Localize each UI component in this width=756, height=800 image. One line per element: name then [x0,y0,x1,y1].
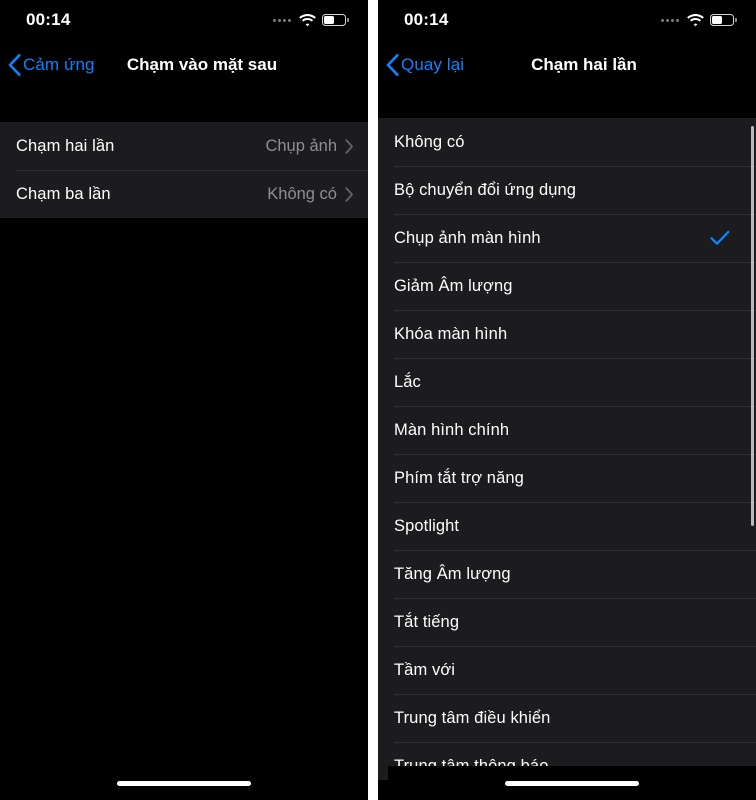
right-nav-bar: Quay lại Chạm hai lần [378,40,756,90]
row-accessory: Không có [267,185,354,204]
list-item[interactable]: Chụp ảnh màn hình [378,214,756,262]
signal-dots-icon [661,18,679,22]
list-item[interactable]: Khóa màn hình [378,310,756,358]
chevron-right-icon [345,186,353,202]
row-label: Chạm ba lần [16,184,111,203]
wifi-icon [299,13,316,26]
list-item[interactable]: Phím tắt trợ năng [378,454,756,502]
home-indicator-area [0,766,368,800]
status-time: 00:14 [26,10,71,29]
signal-dots-icon [273,18,291,22]
battery-icon [710,14,737,26]
left-status-bar: 00:14 [0,0,368,40]
wifi-icon [687,13,704,26]
chevron-left-icon [386,54,399,76]
list-item[interactable]: Tầm với [378,646,756,694]
options-scroll-area[interactable]: Không có Bộ chuyển đổi ứng dụng Chụp ảnh m… [378,118,756,780]
table-row[interactable]: Chạm hai lần Chụp ảnh [0,122,368,170]
status-time: 00:14 [404,10,449,29]
double-tap-action-list: Không có Bộ chuyển đổi ứng dụng Chụp ảnh m… [378,118,756,780]
list-item-label: Tầm với [394,660,456,679]
list-item[interactable]: Trung tâm điều khiển [378,694,756,742]
back-button[interactable]: Quay lại [378,54,464,76]
back-tap-settings-list: Chạm hai lần Chụp ảnh Chạm ba lần Không … [0,122,368,218]
right-status-bar: 00:14 [378,0,756,40]
vertical-scrollbar[interactable] [751,126,754,526]
left-nav-bar: Cảm ứng Chạm vào mặt sau [0,40,368,90]
list-item-label: Tắt tiếng [394,612,460,631]
list-item[interactable]: Giảm Âm lượng [378,262,756,310]
list-item[interactable]: Lắc [378,358,756,406]
row-label: Chạm hai lần [16,136,115,155]
list-item-label: Chụp ảnh màn hình [394,228,541,247]
checkmark-icon [710,230,730,245]
status-indicators [661,13,737,27]
row-value: Chụp ảnh [265,136,337,155]
dual-screenshot-container: 00:14 Cảm ứng Chạm vào mặt sau Chạm hai … [0,0,756,800]
list-item-label: Tăng Âm lượng [394,564,511,583]
list-item-label: Spotlight [394,516,460,535]
list-item[interactable]: Bộ chuyển đổi ứng dụng [378,166,756,214]
home-indicator-area [388,766,756,800]
list-item-label: Phím tắt trợ năng [394,468,524,487]
status-indicators [273,13,349,27]
list-item[interactable]: Không có [378,118,756,166]
list-item-label: Lắc [394,372,421,391]
list-item-label: Khóa màn hình [394,324,508,343]
left-top-spacer [0,90,368,122]
row-accessory: Chụp ảnh [265,137,354,156]
back-button[interactable]: Cảm ứng [0,54,95,76]
list-item-label: Giảm Âm lượng [394,276,513,295]
right-top-spacer [378,90,756,118]
back-button-label: Cảm ứng [23,55,95,74]
list-item-label: Không có [394,132,465,151]
home-indicator[interactable] [117,780,251,786]
row-value: Không có [267,184,337,203]
table-row[interactable]: Chạm ba lần Không có [0,170,368,218]
list-item[interactable]: Màn hình chính [378,406,756,454]
back-button-label: Quay lại [401,55,465,74]
right-phone-screen: 00:14 Quay lại Chạm hai lần Không có Bộ … [378,0,756,800]
panel-divider [368,0,378,800]
home-indicator[interactable] [505,780,639,786]
left-phone-screen: 00:14 Cảm ứng Chạm vào mặt sau Chạm hai … [0,0,368,800]
chevron-right-icon [345,138,353,154]
chevron-left-icon [8,54,21,76]
list-item-accessory [710,230,742,246]
list-item-label: Trung tâm điều khiển [394,708,551,727]
list-item[interactable]: Tắt tiếng [378,598,756,646]
list-item[interactable]: Tăng Âm lượng [378,550,756,598]
battery-icon [322,14,349,26]
list-item[interactable]: Spotlight [378,502,756,550]
list-item-label: Bộ chuyển đổi ứng dụng [394,180,577,199]
list-item-label: Màn hình chính [394,420,510,439]
